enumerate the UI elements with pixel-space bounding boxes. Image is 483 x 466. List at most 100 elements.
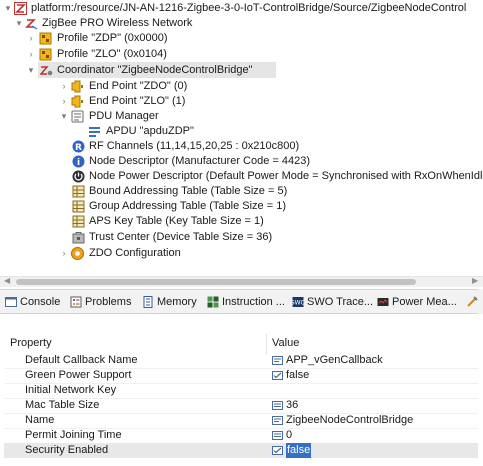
memory-icon xyxy=(143,296,153,308)
endpoint-icon xyxy=(71,80,83,93)
tree-coordinator-row[interactable]: ▾ Coordinator "ZigbeeNodeControlBridge" xyxy=(29,62,276,78)
property-row-mac-table-size[interactable]: Mac Table Size 36 xyxy=(4,398,478,413)
tree-node-power-descriptor-label: Node Power Descriptor (Default Power Mod… xyxy=(89,170,483,182)
property-row-default-callback-name[interactable]: Default Callback Name APP_vGenCallback xyxy=(4,353,478,368)
selected-value-text[interactable]: false xyxy=(286,443,312,458)
tree-profile-zdp-row[interactable]: › Profile "ZDP" (0x0000) xyxy=(0,30,483,46)
tree-coordinator-label: Coordinator "ZigbeeNodeControlBridge" xyxy=(57,64,253,76)
tree-rf-channels-row[interactable]: R RF Channels (11,14,15,20,25 : 0x210c80… xyxy=(0,138,483,154)
expand-arrow-icon[interactable]: › xyxy=(26,30,36,46)
tree-pdu-manager-label: PDU Manager xyxy=(89,110,159,122)
table-icon xyxy=(72,215,85,228)
collapse-arrow-icon[interactable]: ▾ xyxy=(14,15,24,31)
tree-profile-zlo-label: Profile "ZLO" (0x0104) xyxy=(57,48,167,60)
tree-apdu-row[interactable]: APDU "apduZDP" xyxy=(0,123,483,139)
expand-arrow-icon[interactable]: › xyxy=(59,245,69,261)
tree-profile-zdp-label: Profile "ZDP" (0x0000) xyxy=(57,32,168,44)
scroll-left-arrow-icon[interactable]: ◀ xyxy=(4,276,10,285)
property-name: Security Enabled xyxy=(25,444,109,456)
tab-power-meas[interactable]: Power Mea... xyxy=(377,294,462,310)
column-separator[interactable] xyxy=(266,334,267,354)
pdu-manager-icon xyxy=(71,110,84,123)
tree-trust-center-row[interactable]: Trust Center (Device Table Size = 36) xyxy=(0,229,483,245)
tab-problems-label: Problems xyxy=(85,296,132,308)
column-header-value[interactable]: Value xyxy=(272,335,299,351)
tree-bound-table-label: Bound Addressing Table (Table Size = 5) xyxy=(89,185,288,197)
property-name: Initial Network Key xyxy=(25,384,117,396)
zigbee-network-icon xyxy=(25,19,38,30)
tree-trust-center-label: Trust Center (Device Table Size = 36) xyxy=(89,231,273,243)
tree-root-label: platform:/resource/JN-AN-1216-Zigbee-3-0… xyxy=(31,2,467,14)
property-row-name[interactable]: Name ZigbeeNodeControlBridge xyxy=(4,413,478,428)
properties-view: Property Value Default Callback Name APP… xyxy=(0,314,483,466)
tab-swo-trace-label: SWO Trace... xyxy=(307,296,374,308)
tab-memory[interactable]: Memory xyxy=(142,294,202,310)
tab-instruction[interactable]: Instruction ... xyxy=(207,294,287,310)
scrollbar-thumb[interactable] xyxy=(16,279,416,285)
svg-text:i: i xyxy=(77,158,80,168)
profile-icon xyxy=(39,48,52,61)
property-row-initial-network-key[interactable]: Initial Network Key xyxy=(4,383,478,398)
tab-instruction-label: Instruction ... xyxy=(222,296,285,308)
collapse-arrow-icon[interactable]: ▾ xyxy=(59,108,69,124)
tree-endpoint-zlo-row[interactable]: › End Point "ZLO" (1) xyxy=(0,93,483,109)
trust-center-icon xyxy=(72,232,85,244)
configuration-icon xyxy=(71,247,84,260)
tree-group-table-row[interactable]: Group Addressing Table (Table Size = 1) xyxy=(0,198,483,214)
tree-pdu-manager-row[interactable]: ▾ PDU Manager xyxy=(0,108,483,124)
tree-network-row[interactable]: ▾ ZigBee PRO Wireless Network xyxy=(0,15,483,31)
property-row-green-power-support[interactable]: Green Power Support false xyxy=(4,368,478,383)
tree-root-row[interactable]: ▾ platform:/resource/JN-AN-1216-Zigbee-3… xyxy=(0,0,483,16)
column-header-property[interactable]: Property xyxy=(10,335,52,351)
property-row-permit-joining-time[interactable]: Permit Joining Time 0 xyxy=(4,428,478,443)
number-value-icon xyxy=(272,401,283,410)
tree-endpoint-zlo-label: End Point "ZLO" (1) xyxy=(89,95,186,107)
expand-arrow-icon[interactable]: › xyxy=(59,93,69,109)
collapse-arrow-icon[interactable]: ▾ xyxy=(3,0,13,16)
property-name: Name xyxy=(25,414,55,426)
console-icon xyxy=(5,297,17,307)
power-measurement-icon xyxy=(377,298,389,306)
tree-node-power-descriptor-row[interactable]: Node Power Descriptor (Default Power Mod… xyxy=(0,168,483,184)
number-value-icon xyxy=(272,431,283,440)
tree-apdu-label: APDU "apduZDP" xyxy=(106,125,194,137)
collapse-arrow-icon[interactable]: ▾ xyxy=(26,62,36,78)
tree-bound-table-row[interactable]: Bound Addressing Table (Table Size = 5) xyxy=(0,183,483,199)
tree-aps-key-table-row[interactable]: APS Key Table (Key Table Size = 1) xyxy=(0,213,483,229)
boolean-value-icon xyxy=(272,371,283,380)
tree-profile-zlo-row[interactable]: › Profile "ZLO" (0x0104) xyxy=(0,46,483,62)
svg-text:SWO: SWO xyxy=(292,300,304,307)
tree-group-table-label: Group Addressing Table (Table Size = 1) xyxy=(89,200,286,212)
text-value-icon xyxy=(272,356,283,365)
tree-aps-key-table-label: APS Key Table (Key Table Size = 1) xyxy=(89,215,264,227)
horizontal-scrollbar[interactable]: ◀ ▶ xyxy=(0,276,483,287)
properties-view-icon[interactable] xyxy=(466,296,478,308)
property-name: Green Power Support xyxy=(25,369,132,381)
tab-swo-trace[interactable]: SWO SWO Trace... xyxy=(292,294,374,310)
tab-memory-label: Memory xyxy=(157,296,197,308)
boolean-value-icon xyxy=(272,446,283,455)
tree-zdo-configuration-row[interactable]: › ZDO Configuration xyxy=(0,245,483,261)
property-name: Mac Table Size xyxy=(25,399,100,411)
tree-network-label: ZigBee PRO Wireless Network xyxy=(42,17,193,29)
endpoint-icon xyxy=(71,95,83,108)
instruction-trace-icon xyxy=(207,296,219,308)
tree-node-descriptor-label: Node Descriptor (Manufacturer Code = 442… xyxy=(89,155,311,167)
table-icon xyxy=(72,185,85,198)
tree-node-descriptor-row[interactable]: i Node Descriptor (Manufacturer Code = 4… xyxy=(0,153,483,169)
coordinator-icon xyxy=(40,66,53,76)
tree-rf-channels-label: RF Channels (11,14,15,20,25 : 0x210c800) xyxy=(89,140,300,152)
expand-arrow-icon[interactable]: › xyxy=(59,78,69,94)
table-icon xyxy=(72,200,85,213)
power-icon xyxy=(72,170,85,183)
file-resource-icon xyxy=(14,2,27,15)
property-name: Default Callback Name xyxy=(25,354,138,366)
views-tab-bar: Console Problems Memory Instruction ... … xyxy=(0,289,483,314)
tab-problems[interactable]: Problems xyxy=(70,294,135,310)
property-name: Permit Joining Time xyxy=(25,429,122,441)
tab-console[interactable]: Console xyxy=(5,294,65,310)
property-row-security-enabled[interactable]: Security Enabled false xyxy=(4,443,478,458)
tree-endpoint-zdo-row[interactable]: › End Point "ZDO" (0) xyxy=(0,78,483,94)
expand-arrow-icon[interactable]: › xyxy=(26,46,36,62)
scroll-right-arrow-icon[interactable]: ▶ xyxy=(472,276,478,285)
